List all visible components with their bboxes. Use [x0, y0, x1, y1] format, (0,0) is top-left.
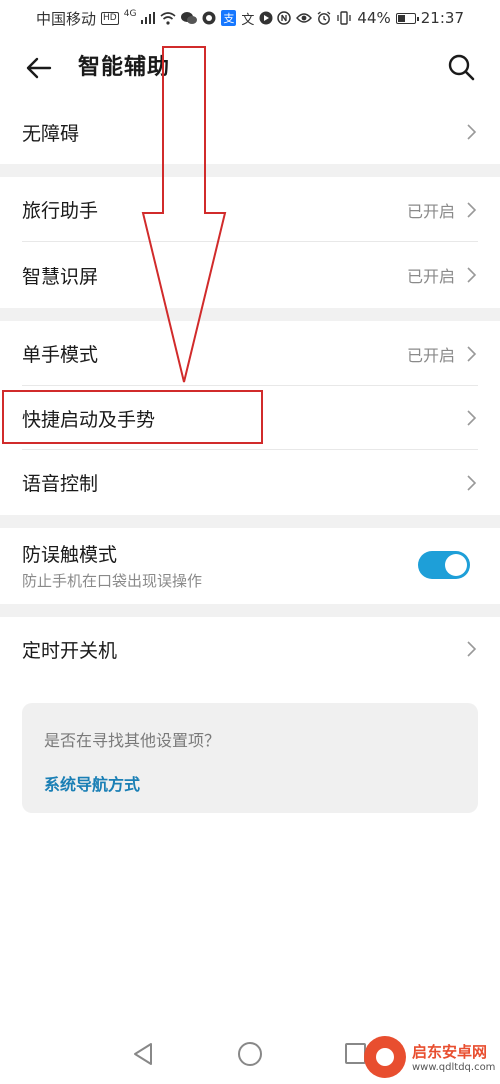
row-mistouch-mode-description: 防止手机在口袋出现误操作: [22, 572, 203, 590]
chevron-right-icon: [467, 410, 477, 426]
section-gap: [0, 604, 500, 617]
row-travel-assistant-label: 旅行助手: [22, 200, 99, 222]
search-icon[interactable]: [446, 52, 476, 82]
watermark-text: 启东安卓网 www.qdltdq.com: [412, 1041, 495, 1073]
battery-icon: [395, 12, 419, 24]
section-gap: [0, 308, 500, 321]
watermark-url: www.qdltdq.com: [412, 1062, 496, 1073]
hd-icon: HD: [101, 11, 119, 25]
signal-bars-icon: [141, 12, 156, 24]
vibrate-icon: [337, 11, 352, 25]
nav-back-icon[interactable]: [131, 1041, 155, 1067]
chevron-right-icon: [467, 201, 477, 218]
section-gap: [0, 164, 500, 177]
battery-fill: [397, 14, 405, 22]
row-one-hand-mode-label: 单手模式: [22, 344, 99, 366]
alipay-icon: 支: [221, 10, 237, 26]
annotation-highlight-box: [2, 390, 263, 444]
row-mistouch-mode[interactable]: 防误触模式 防止手机在口袋出现误操作: [0, 528, 500, 604]
row-voice-control[interactable]: 语音控制: [0, 450, 500, 515]
wifi-icon: [160, 11, 176, 25]
section-gap: [0, 515, 500, 528]
eye-icon: [296, 13, 313, 23]
translate-icon: 文: [241, 12, 255, 28]
mistouch-toggle[interactable]: [418, 551, 470, 579]
row-accessibility[interactable]: 无障碍: [0, 100, 500, 164]
row-smart-screen-label: 智慧识屏: [22, 265, 99, 288]
row-scheduled-power[interactable]: 定时开关机: [0, 617, 500, 681]
chevron-right-icon: [467, 641, 477, 657]
row-voice-control-label: 语音控制: [22, 473, 99, 495]
clock: 21:37: [420, 9, 464, 27]
nav-home-icon[interactable]: [238, 1042, 262, 1066]
nfc-icon: [277, 11, 292, 25]
toggle-knob: [445, 554, 467, 576]
row-travel-assistant-status: 已开启: [406, 201, 455, 221]
row-travel-assistant[interactable]: 旅行助手 已开启: [0, 177, 500, 242]
alarm-icon: [318, 11, 331, 25]
back-arrow-icon[interactable]: [22, 52, 54, 84]
status-bar: 中国移动 HD 4G 支 文 44% 21:37: [0, 0, 500, 36]
chevron-right-icon: [467, 345, 477, 362]
status-right: 44% 21:37: [277, 9, 464, 27]
carrier-label: 中国移动: [36, 9, 97, 28]
row-accessibility-label: 无障碍: [22, 122, 80, 145]
page-title: 智能辅助: [78, 55, 171, 80]
status-left: 中国移动 HD 4G 支 文: [36, 8, 273, 29]
chevron-right-icon: [467, 267, 477, 283]
chevron-right-icon: [467, 124, 477, 140]
row-scheduled-power-label: 定时开关机: [22, 639, 118, 662]
title-bar: 智能辅助: [0, 36, 500, 100]
record-icon: [259, 11, 273, 25]
wechat-icon: [181, 12, 198, 24]
nav-recent-icon[interactable]: [345, 1043, 366, 1064]
row-smart-screen[interactable]: 智慧识屏 已开启: [0, 242, 500, 308]
chevron-right-icon: [467, 474, 477, 491]
signal-icon: 4G: [123, 9, 137, 19]
watermark-title: 启东安卓网: [412, 1043, 488, 1061]
suggestion-question: 是否在寻找其他设置项？: [44, 731, 221, 750]
row-smart-screen-status: 已开启: [406, 267, 455, 286]
app-icon: [202, 11, 216, 25]
watermark: 启东安卓网 www.qdltdq.com: [364, 1034, 495, 1080]
row-mistouch-mode-label: 防误触模式: [22, 544, 118, 566]
row-one-hand-mode-status: 已开启: [406, 345, 455, 365]
row-one-hand-mode[interactable]: 单手模式 已开启: [0, 321, 500, 386]
battery-percent: 44%: [357, 9, 391, 27]
suggestion-link[interactable]: 系统导航方式: [44, 771, 140, 795]
watermark-logo-icon: [364, 1036, 406, 1078]
suggestion-card: 是否在寻找其他设置项？ 系统导航方式: [22, 703, 478, 813]
